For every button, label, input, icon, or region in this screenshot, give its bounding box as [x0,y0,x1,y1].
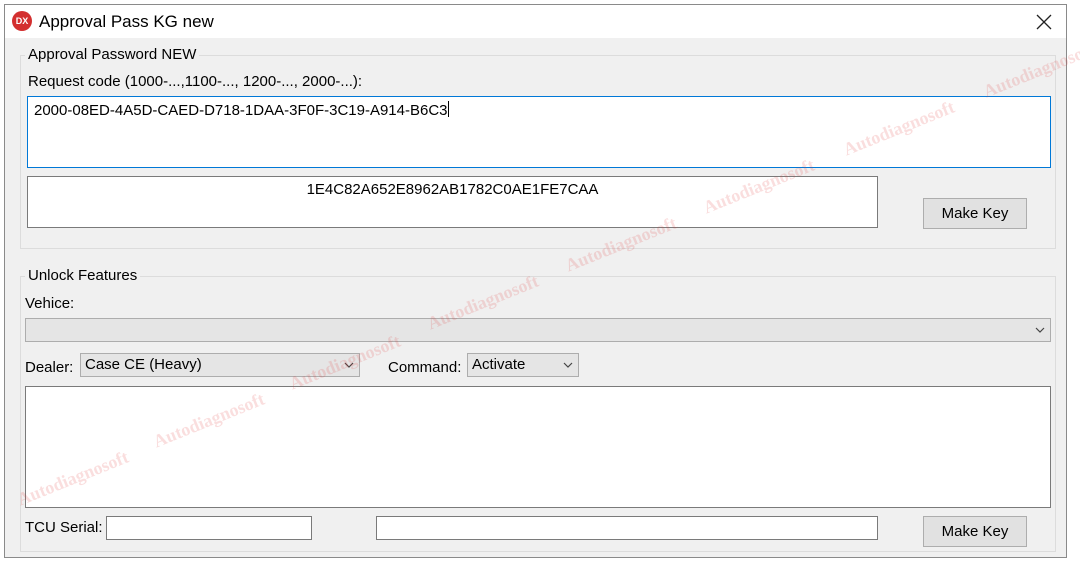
key-output-field[interactable]: 1E4C82A652E8962AB1782C0AE1FE7CAA [27,176,878,228]
command-select[interactable]: Activate [467,353,579,377]
title-bar: DX Approval Pass KG new [5,5,1066,38]
dealer-select-value: Case CE (Heavy) [85,356,202,373]
vehicle-select[interactable] [25,318,1051,342]
chevron-down-icon [563,354,573,376]
dealer-select[interactable]: Case CE (Heavy) [80,353,360,377]
vehicle-label: Vehice: [25,295,75,312]
make-key-label-approval: Make Key [941,205,1009,222]
unlock-key-output-field[interactable] [376,516,878,540]
key-output-value: 1E4C82A652E8962AB1782C0AE1FE7CAA [306,181,599,198]
unlock-features-legend: Unlock Features [25,267,141,284]
command-label: Command: [388,359,462,376]
request-code-label: Request code (1000-...,1100-..., 1200-..… [28,73,363,90]
close-button[interactable] [1022,5,1066,38]
app-logo-icon: DX [12,11,32,31]
features-output-textarea[interactable] [25,386,1051,508]
command-select-value: Activate [472,356,526,373]
make-key-button-approval[interactable]: Make Key [923,198,1027,229]
chevron-down-icon [344,354,354,376]
request-code-value: 2000-08ED-4A5D-CAED-D718-1DAA-3F0F-3C19-… [34,102,448,119]
dealer-label: Dealer: [25,359,74,376]
close-icon [1036,14,1052,29]
app-window: DX Approval Pass KG new Approval Passwor… [4,4,1067,558]
approval-password-legend: Approval Password NEW [25,46,200,63]
tcu-serial-input[interactable] [106,516,312,540]
window-title: Approval Pass KG new [39,12,214,31]
request-code-input[interactable]: 2000-08ED-4A5D-CAED-D718-1DAA-3F0F-3C19-… [27,96,1051,168]
make-key-label-unlock: Make Key [941,523,1009,540]
chevron-down-icon [1035,319,1045,341]
tcu-serial-label: TCU Serial: [25,519,103,536]
make-key-button-unlock[interactable]: Make Key [923,516,1027,547]
